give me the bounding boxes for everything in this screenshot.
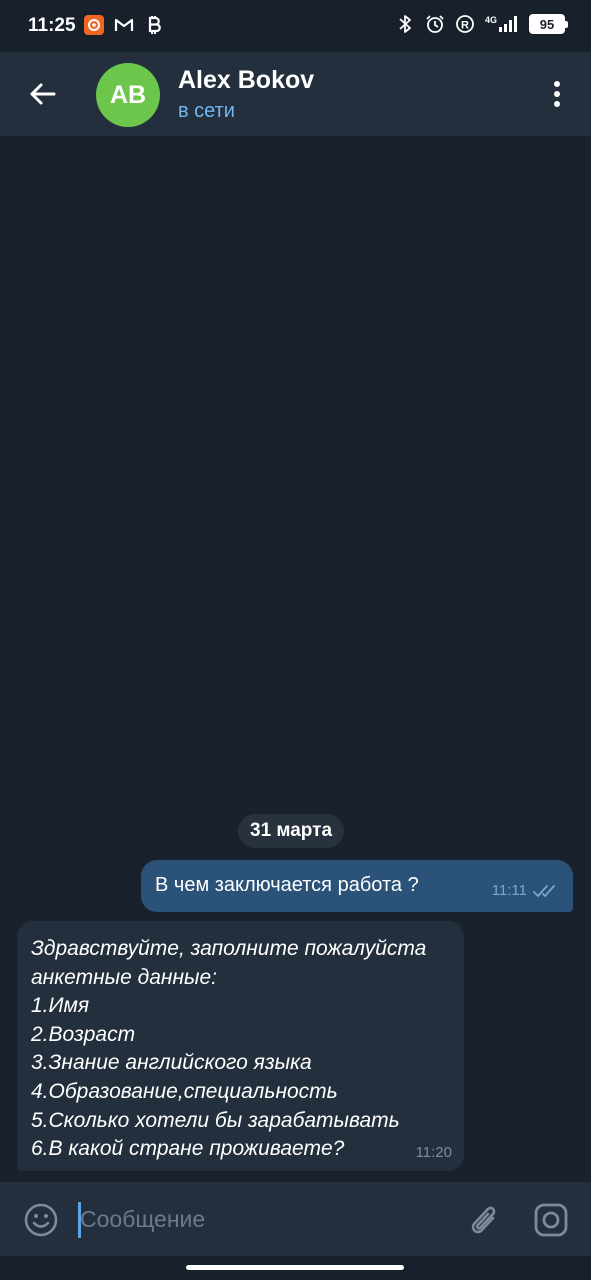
message-text: В чем заключается работа ? xyxy=(155,874,419,896)
message-meta: 11:11 xyxy=(492,882,559,899)
network-type-text: 4G xyxy=(485,15,497,25)
smile-icon xyxy=(24,1203,58,1237)
camera-button[interactable] xyxy=(532,1201,570,1239)
bluetooth-icon xyxy=(395,14,415,34)
attach-button[interactable] xyxy=(465,1201,501,1239)
more-menu-button[interactable] xyxy=(545,74,569,114)
bitcoin-icon xyxy=(144,15,164,35)
signal-4g-icon: 4G xyxy=(485,14,519,34)
svg-text:R: R xyxy=(461,20,469,32)
paperclip-icon xyxy=(471,1206,496,1234)
notification-app-icon xyxy=(84,15,104,35)
double-check-icon xyxy=(533,884,555,897)
registered-icon: R xyxy=(455,14,475,34)
message-time: 11:20 xyxy=(415,1144,452,1161)
message-text: Здравствуйте, заполните пожалуйста анкет… xyxy=(31,935,426,1164)
incoming-message[interactable]: Здравствуйте, заполните пожалуйста анкет… xyxy=(17,921,464,1171)
alarm-icon xyxy=(425,14,445,34)
message-line: анкетные данные: xyxy=(31,965,217,989)
status-right-icons: R 4G 95 xyxy=(395,14,568,34)
message-line: Здравствуйте, заполните пожалуйста xyxy=(31,937,427,960)
message-composer xyxy=(0,1182,591,1256)
battery-indicator: 95 xyxy=(529,14,568,34)
chat-history[interactable]: 31 марта В чем заключается работа ? 11:1… xyxy=(0,136,591,1182)
avatar[interactable]: AB xyxy=(96,63,160,127)
contact-name[interactable]: Alex Bokov xyxy=(178,66,314,95)
message-line: 3.Знание английского языка xyxy=(31,1051,312,1075)
message-time: 11:11 xyxy=(491,882,527,899)
message-line: 6.В какой стране проживаете? xyxy=(31,1137,345,1161)
message-input[interactable] xyxy=(80,1198,450,1240)
chat-header: AB Alex Bokov в сети xyxy=(0,52,591,136)
gmail-icon xyxy=(114,15,134,35)
status-time: 11:25 xyxy=(28,15,76,36)
home-indicator[interactable] xyxy=(186,1265,404,1270)
more-vertical-icon xyxy=(554,81,560,107)
contact-status: в сети xyxy=(178,100,235,122)
camera-icon xyxy=(534,1203,568,1237)
emoji-button[interactable] xyxy=(22,1201,60,1239)
date-separator: 31 марта xyxy=(238,814,345,848)
arrow-left-icon xyxy=(30,83,56,105)
message-line: 5.Сколько хотели бы зарабатывать xyxy=(31,1108,400,1132)
back-button[interactable] xyxy=(22,74,62,114)
outgoing-message[interactable]: В чем заключается работа ? 11:11 xyxy=(141,860,573,912)
message-line: 2.Возраст xyxy=(31,1022,136,1046)
status-left-icons xyxy=(84,15,164,35)
status-bar: 11:25 R 4G 95 xyxy=(0,0,591,52)
message-line: 4.Образование,специальность xyxy=(31,1079,338,1103)
message-line: 1.Имя xyxy=(31,994,90,1018)
system-nav-bar xyxy=(0,1256,591,1280)
